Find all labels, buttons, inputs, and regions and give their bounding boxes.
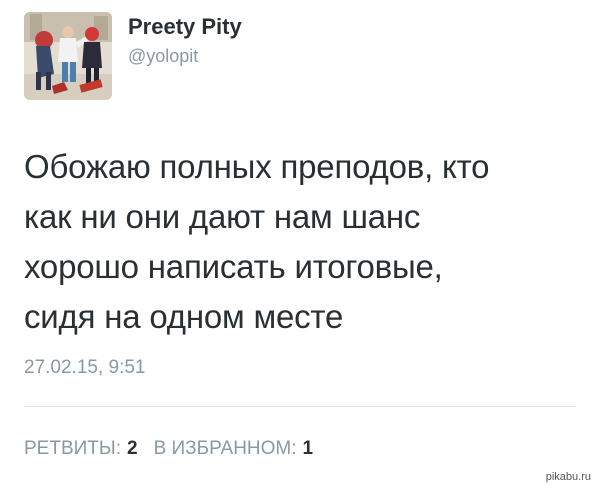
divider [24,406,576,407]
watermark: pikabu.ru [542,470,594,484]
user-names: Preety Pity @yolopit [128,14,242,68]
retweets-count: 2 [127,438,138,459]
display-name[interactable]: Preety Pity [128,14,242,40]
tweet-card: Preety Pity @yolopit Обожаю полных препо… [0,0,600,490]
tweet-text-line: хорошо написать итоговые, [24,248,443,285]
tweet-text-line: Обожаю полных преподов, кто [24,148,490,185]
tweet-text-line: сидя на одном месте [24,298,344,335]
avatar-image [24,12,112,100]
retweets-label: РЕТВИТЫ: [24,438,121,459]
avatar[interactable] [24,12,112,100]
favorites-stat[interactable]: В ИЗБРАННОМ: 1 [154,438,314,460]
favorites-count: 1 [302,438,314,459]
tweet-timestamp[interactable]: 27.02.15, 9:51 [24,357,146,379]
favorites-label: В ИЗБРАННОМ: [153,438,297,459]
retweets-stat[interactable]: РЕТВИТЫ: 2 [24,438,138,460]
tweet-text: Обожаю полных преподов, кто как ни они д… [24,142,584,342]
tweet-header: Preety Pity @yolopit [24,12,242,100]
user-handle[interactable]: @yolopit [128,44,242,68]
tweet-text-line: как ни они дают нам шанс [24,198,421,235]
tweet-stats: РЕТВИТЫ: 2 В ИЗБРАННОМ: 1 [24,438,313,460]
